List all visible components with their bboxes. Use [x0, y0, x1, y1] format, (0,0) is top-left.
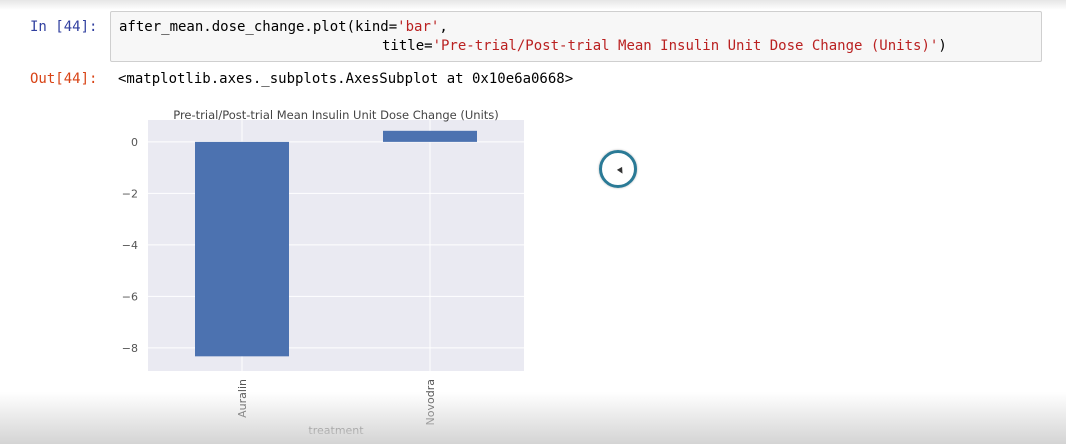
y-tick-label: −4 — [122, 239, 138, 252]
code-text: after_mean.dose_change.plot(kind= — [119, 19, 398, 35]
y-tick-label: −6 — [122, 290, 138, 303]
output-prompt: Out[44]: — [30, 71, 98, 87]
y-tick-label: −8 — [122, 342, 138, 355]
input-prompt: In [44]: — [30, 19, 98, 35]
code-line-2: title='Pre-trial/Post-trial Mean Insulin… — [382, 38, 947, 54]
code-line-1: after_mean.dose_change.plot(kind='bar', — [119, 19, 448, 35]
chart-title: Pre-trial/Post-trial Mean Insulin Unit D… — [173, 108, 499, 122]
chart-svg: 0 −2 −4 −6 −8 Auralin Novodra Pre-trial/Post-… — [122, 108, 524, 437]
x-tick-label: Novodra — [424, 379, 437, 425]
y-axis-ticks: 0 −2 −4 −6 −8 — [122, 136, 138, 355]
y-tick-label: 0 — [131, 136, 138, 149]
code-cell-input[interactable]: after_mean.dose_change.plot(kind='bar', … — [110, 11, 1042, 62]
x-axis-label: treatment — [308, 424, 364, 437]
bar-chart: 0 −2 −4 −6 −8 Auralin Novodra Pre-trial/Post-… — [112, 100, 532, 440]
top-shadow — [0, 0, 1066, 10]
code-text: , — [439, 19, 448, 35]
y-tick-label: −2 — [122, 187, 138, 200]
bar-novodra — [383, 130, 477, 142]
code-text: title= — [382, 38, 433, 54]
x-tick-label: Auralin — [236, 379, 249, 418]
code-string: 'bar' — [397, 19, 440, 35]
output-text: <matplotlib.axes._subplots.AxesSubplot a… — [118, 71, 574, 87]
code-text: ) — [938, 38, 947, 54]
x-axis-ticks: Auralin Novodra — [236, 379, 437, 425]
code-string: 'Pre-trial/Post-trial Mean Insulin Unit … — [432, 38, 939, 54]
bar-auralin — [195, 141, 289, 357]
